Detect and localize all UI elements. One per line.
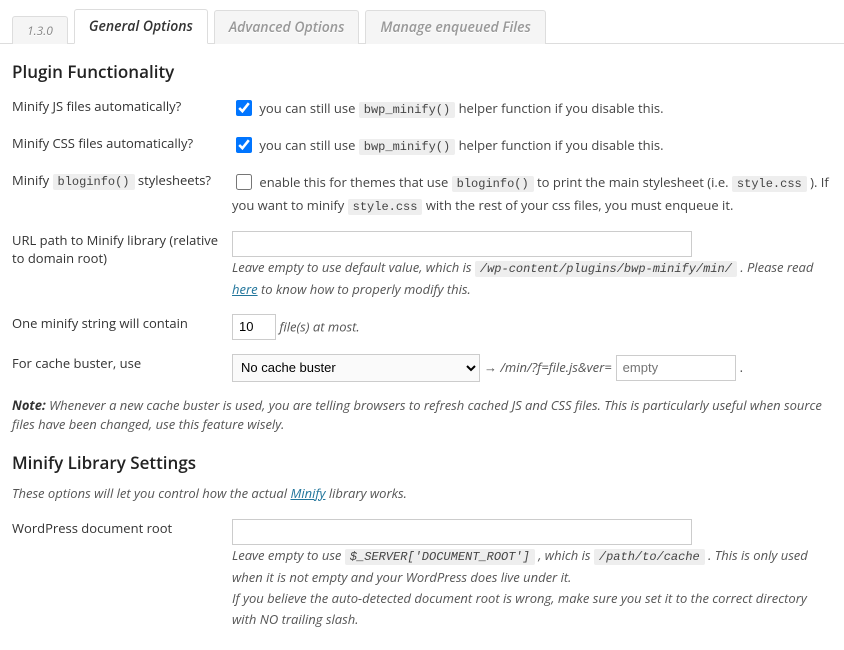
tab-version[interactable]: 1.3.0 [12, 16, 68, 44]
minify-js-text-after: helper function if you disable this. [455, 99, 663, 117]
intro-a: These options will let you control how t… [12, 484, 290, 502]
docroot-label: WordPress document root [12, 519, 232, 537]
url-hint-link[interactable]: here [232, 280, 258, 298]
minify-css-label: Minify CSS files automatically? [12, 134, 232, 152]
minify-bloginfo-label-code: bloginfo() [53, 174, 135, 190]
docroot-code-a: $_SERVER['DOCUMENT_ROOT'] [345, 549, 535, 565]
bloginfo-text-b: to print the main stylesheet (i.e. [534, 173, 732, 191]
minify-js-text-before: you can still use [259, 99, 358, 117]
cache-buster-arrow: → /min/?f=file.js&ver= [484, 357, 612, 378]
docroot-hint-d: If you believe the auto-detected documen… [232, 589, 807, 628]
url-hint-c: to know how to properly modify this. [258, 280, 471, 298]
bloginfo-text-d: with the rest of your css files, you mus… [422, 196, 733, 214]
minify-count-label: One minify string will contain [12, 314, 232, 332]
minify-library-intro: These options will let you control how t… [12, 484, 832, 504]
url-hint-a: Leave empty to use default value, which … [232, 258, 475, 276]
minify-css-checkbox[interactable] [236, 137, 252, 153]
bloginfo-code-a: bloginfo() [452, 176, 534, 192]
note-text: Whenever a new cache buster is used, you… [12, 396, 822, 434]
minify-css-text-before: you can still use [259, 136, 358, 154]
tab-general[interactable]: General Options [74, 9, 208, 44]
minify-js-checkbox[interactable] [236, 100, 252, 116]
cache-buster-note: Note: Whenever a new cache buster is use… [12, 396, 832, 435]
bloginfo-code-c: style.css [348, 199, 423, 215]
cache-buster-input[interactable] [616, 355, 736, 381]
minify-count-suffix: file(s) at most. [279, 317, 359, 335]
minify-js-code: bwp_minify() [359, 102, 455, 118]
note-label: Note: [12, 396, 46, 414]
minify-count-input[interactable] [232, 314, 276, 340]
tab-advanced[interactable]: Advanced Options [214, 10, 360, 44]
intro-link[interactable]: Minify [290, 484, 325, 502]
minify-css-text-after: helper function if you disable this. [455, 136, 663, 154]
bloginfo-text-a: enable this for themes that use [259, 173, 451, 191]
tab-bar: 1.3.0 General Options Advanced Options M… [0, 0, 844, 44]
docroot-hint-a: Leave empty to use [232, 546, 345, 564]
section-plugin-functionality-heading: Plugin Functionality [12, 60, 832, 83]
url-hint-b: . Please read [737, 258, 813, 276]
url-path-input[interactable] [232, 231, 692, 257]
cache-buster-label: For cache buster, use [12, 354, 232, 372]
docroot-code-b: /path/to/cache [594, 549, 705, 565]
minify-css-code: bwp_minify() [359, 139, 455, 155]
intro-b: library works. [325, 484, 406, 502]
minify-js-label: Minify JS files automatically? [12, 97, 232, 115]
minify-bloginfo-label-a: Minify [12, 171, 53, 189]
docroot-hint-b: , which is [535, 546, 594, 564]
section-minify-library-heading: Minify Library Settings [12, 451, 832, 474]
bloginfo-code-b: style.css [732, 176, 807, 192]
url-hint-code: /wp-content/plugins/bwp-minify/min/ [475, 261, 737, 277]
minify-bloginfo-label: Minify bloginfo() stylesheets? [12, 171, 232, 191]
docroot-input[interactable] [232, 519, 692, 545]
minify-bloginfo-label-b: stylesheets? [135, 171, 212, 189]
cache-buster-dot: . [740, 357, 743, 378]
minify-bloginfo-checkbox[interactable] [236, 174, 252, 190]
cache-buster-select[interactable]: No cache buster [232, 354, 480, 382]
tab-manage[interactable]: Manage enqueued Files [365, 10, 545, 44]
url-path-label: URL path to Minify library (relative to … [12, 231, 232, 267]
